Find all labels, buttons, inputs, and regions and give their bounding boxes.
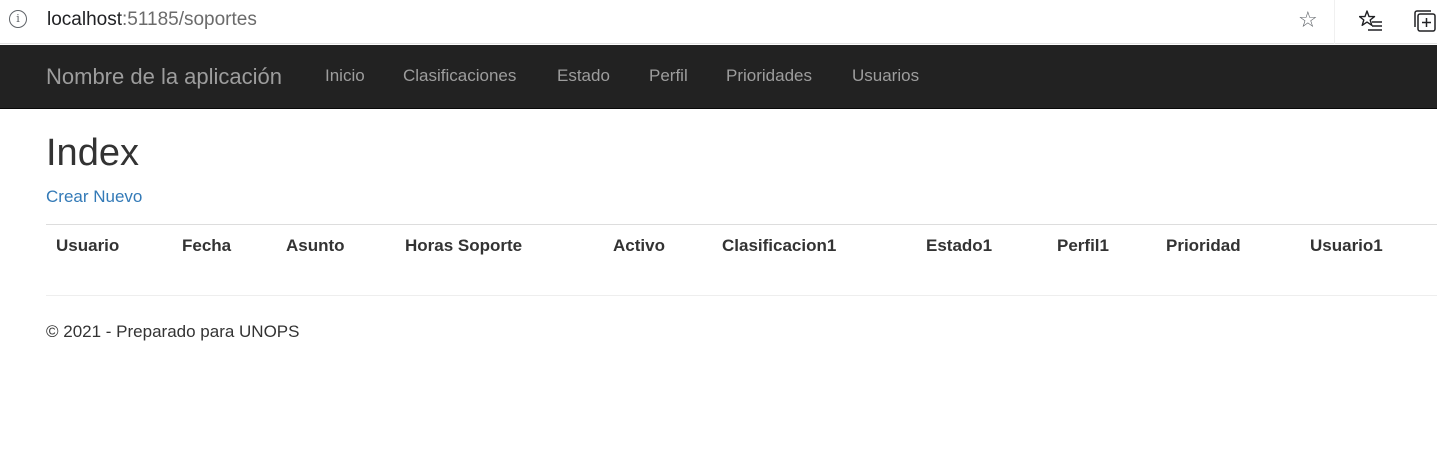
nav-link-clasificaciones[interactable]: Clasificaciones: [403, 66, 516, 86]
page-title: Index: [46, 132, 139, 174]
nav-link-usuarios[interactable]: Usuarios: [852, 66, 919, 86]
footer-divider: [46, 295, 1437, 296]
footer-text: © 2021 - Preparado para UNOPS: [46, 322, 300, 341]
table-top-border: [46, 224, 1437, 225]
column-header-usuario1: Usuario1: [1310, 236, 1383, 255]
column-header-horas-soporte: Horas Soporte: [405, 236, 523, 255]
collections-icon[interactable]: [1413, 9, 1437, 33]
star-icon[interactable]: ☆: [1298, 8, 1318, 32]
column-header-fecha: Fecha: [182, 236, 232, 255]
address-url[interactable]: localhost:51185/soportes: [47, 9, 257, 31]
nav-link-estado[interactable]: Estado: [557, 66, 610, 86]
nav-link-perfil[interactable]: Perfil: [649, 66, 688, 86]
create-new-link[interactable]: Crear Nuevo: [46, 187, 142, 207]
column-header-asunto: Asunto: [286, 236, 345, 255]
column-header-clasificacion1: Clasificacion1: [722, 236, 837, 255]
navbar: Nombre de la aplicación Inicio Clasifica…: [0, 45, 1437, 109]
browser-address-bar: i localhost:51185/soportes ☆: [0, 0, 1437, 44]
favorites-list-icon[interactable]: [1359, 9, 1383, 33]
column-header-activo: Activo: [613, 236, 665, 255]
info-icon[interactable]: i: [9, 10, 27, 28]
column-header-prioridad: Prioridad: [1166, 236, 1241, 255]
url-host: localhost: [47, 9, 122, 30]
column-header-estado1: Estado1: [926, 236, 993, 255]
url-path: :51185/soportes: [122, 9, 257, 30]
toolbar-divider: [1334, 0, 1335, 44]
nav-link-inicio[interactable]: Inicio: [325, 66, 365, 86]
navbar-brand[interactable]: Nombre de la aplicación: [46, 65, 282, 89]
column-header-perfil1: Perfil1: [1057, 236, 1109, 255]
nav-link-prioridades[interactable]: Prioridades: [726, 66, 812, 86]
column-header-usuario: Usuario: [56, 236, 120, 255]
